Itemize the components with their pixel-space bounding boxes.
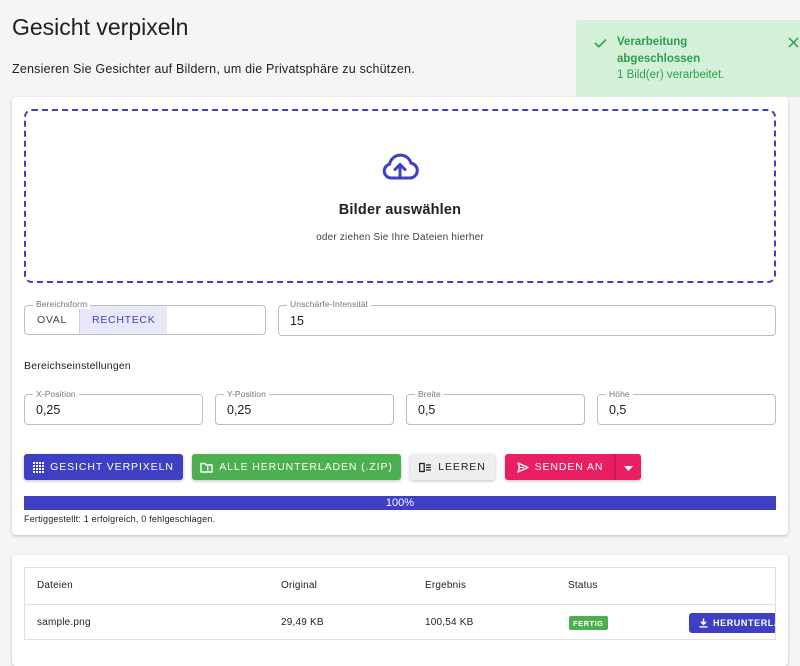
grid-dots-icon bbox=[33, 461, 45, 473]
files-table: Dateien Original Ergebnis Status sample.… bbox=[24, 567, 776, 640]
area-shape-toggle: OVAL RECHTECK bbox=[24, 305, 266, 335]
blur-intensity-label: Unschärfe-Intensität bbox=[287, 299, 372, 309]
send-to-label: SENDEN AN bbox=[534, 461, 604, 473]
progress-percent: 100% bbox=[385, 497, 415, 509]
column-header-original: Original bbox=[281, 580, 318, 591]
download-icon bbox=[699, 618, 708, 628]
area-shape-label: Bereichsform bbox=[33, 299, 91, 309]
page-title: Gesicht verpixeln bbox=[12, 14, 189, 40]
check-icon bbox=[594, 35, 607, 53]
shape-option-oval[interactable]: OVAL bbox=[25, 306, 79, 334]
clear-label: LEEREN bbox=[438, 461, 486, 473]
status-badge: FERTIG bbox=[569, 616, 608, 630]
success-toast: Verarbeitung abgeschlossen 1 Bild(er) ve… bbox=[576, 20, 800, 97]
toast-message: 1 Bild(er) verarbeitet. bbox=[617, 69, 725, 81]
clear-list-icon bbox=[419, 462, 432, 473]
blur-intensity-input[interactable]: 15 bbox=[278, 305, 776, 336]
x-position-label: X-Position bbox=[33, 389, 79, 399]
area-settings-heading: Bereichseinstellungen bbox=[24, 360, 131, 372]
send-to-button[interactable]: SENDEN AN bbox=[505, 454, 615, 480]
file-name: sample.png bbox=[37, 617, 91, 628]
y-position-label: Y-Position bbox=[224, 389, 269, 399]
column-header-status: Status bbox=[568, 580, 598, 591]
clear-button[interactable]: LEEREN bbox=[410, 454, 495, 480]
dropzone-hint: oder ziehen Sie Ihre Dateien hierher bbox=[316, 232, 484, 243]
download-all-zip-button[interactable]: ALLE HERUNTERLADEN (.ZIP) bbox=[192, 454, 401, 480]
folder-zip-icon bbox=[200, 462, 213, 473]
pixelate-face-label: GESICHT VERPIXELN bbox=[50, 461, 174, 473]
page-subtitle: Zensieren Sie Gesichter auf Bildern, um … bbox=[12, 62, 415, 76]
width-label: Breite bbox=[415, 389, 444, 399]
progress-status: Fertiggestellt: 1 erfolgreich, 0 fehlges… bbox=[24, 514, 216, 524]
toast-title: Verarbeitung abgeschlossen bbox=[617, 36, 701, 65]
cloud-upload-icon bbox=[380, 151, 420, 188]
column-header-result: Ergebnis bbox=[425, 580, 467, 591]
dropzone-title: Bilder auswählen bbox=[338, 202, 462, 218]
row-download-button[interactable]: HERUNTERLADEN bbox=[689, 613, 775, 633]
progress-bar: 100% bbox=[24, 496, 776, 510]
column-header-files: Dateien bbox=[37, 580, 73, 591]
pixelate-face-button[interactable]: GESICHT VERPIXELN bbox=[24, 454, 183, 480]
send-icon bbox=[516, 461, 529, 473]
header-divider bbox=[25, 604, 775, 605]
caret-down-icon bbox=[624, 458, 633, 476]
file-dropzone[interactable]: Bilder auswählen oder ziehen Sie Ihre Da… bbox=[24, 109, 776, 283]
result-size: 100,54 KB bbox=[425, 617, 474, 628]
row-download-label: HERUNTERLADEN bbox=[713, 618, 775, 628]
download-all-zip-label: ALLE HERUNTERLADEN (.ZIP) bbox=[219, 461, 393, 473]
original-size: 29,49 KB bbox=[281, 617, 324, 628]
tool-card: Bilder auswählen oder ziehen Sie Ihre Da… bbox=[12, 97, 788, 535]
close-icon[interactable] bbox=[788, 35, 799, 53]
height-label: Höhe bbox=[606, 389, 633, 399]
files-card: Dateien Original Ergebnis Status sample.… bbox=[12, 555, 788, 666]
shape-option-rectangle[interactable]: RECHTECK bbox=[79, 306, 168, 334]
send-to-dropdown-button[interactable] bbox=[615, 454, 641, 480]
